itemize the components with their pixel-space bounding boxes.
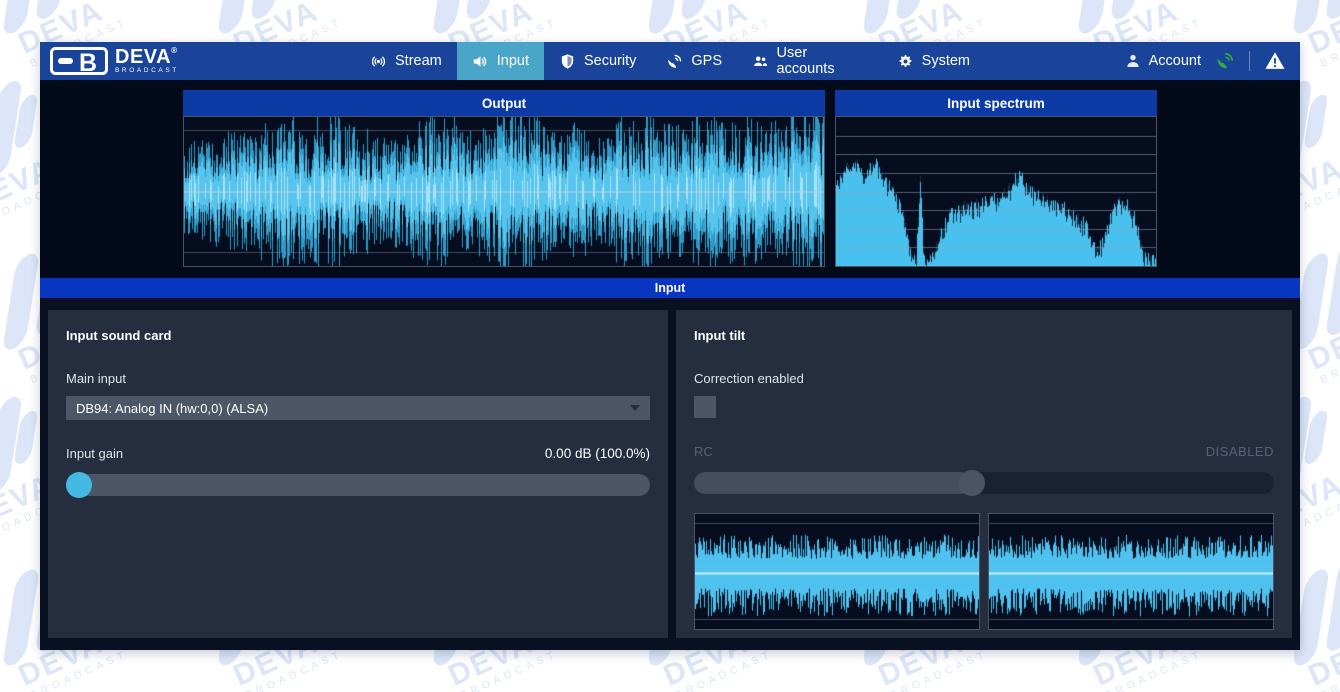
tab-label: Security: [584, 53, 636, 69]
input-gain-slider-thumb[interactable]: [66, 472, 92, 498]
tilt-left-waveform-canvas: [694, 513, 980, 630]
spectrum-chart-title: Input spectrum: [835, 90, 1157, 116]
correction-enabled-checkbox[interactable]: [694, 396, 716, 418]
tab-label: User accounts: [777, 45, 867, 77]
top-navigation: B DEVA® BROADCAST Stream Input Security GPS…: [40, 42, 1300, 80]
svg-text:B: B: [79, 49, 97, 75]
panel-title: Input sound card: [66, 328, 650, 343]
tab-label: Input: [497, 53, 529, 69]
input-gain-value: 0.00 dB (100.0%): [545, 446, 650, 461]
logo-text: DEVA® BROADCAST: [115, 47, 179, 75]
main-input-select[interactable]: DB94: Analog IN (hw:0,0) (ALSA): [66, 396, 650, 420]
output-chart-panel: Output: [183, 90, 825, 267]
tab-user-accounts[interactable]: User accounts: [737, 42, 882, 80]
input-gain-label: Input gain: [66, 446, 123, 461]
satellite-icon: [666, 53, 683, 70]
tab-label: GPS: [691, 53, 722, 69]
tab-label: System: [922, 53, 970, 69]
tab-gps[interactable]: GPS: [651, 42, 737, 80]
account-menu[interactable]: Account: [1124, 52, 1201, 70]
account-label: Account: [1149, 53, 1201, 69]
satellite-green-icon[interactable]: [1215, 51, 1235, 71]
input-section-header: Input: [40, 278, 1300, 298]
main-input-label: Main input: [66, 371, 650, 386]
rc-slider-fill: [694, 472, 972, 494]
output-waveform-canvas: [183, 116, 825, 267]
tab-security[interactable]: Security: [544, 42, 651, 80]
app-window: B DEVA® BROADCAST Stream Input Security GPS…: [40, 42, 1300, 650]
nav-tabs: Stream Input Security GPS User accounts Syste…: [355, 42, 985, 80]
tab-system[interactable]: System: [882, 42, 985, 80]
rc-row: RC DISABLED: [694, 444, 1274, 459]
person-icon: [1124, 52, 1142, 70]
tilt-charts: [694, 513, 1274, 630]
input-sound-card-panel: Input sound card Main input DB94: Analog…: [48, 310, 668, 638]
charts-strip: Output Input spectrum: [40, 80, 1300, 278]
broadcast-icon: [370, 53, 387, 70]
main-input-value: DB94: Analog IN (hw:0,0) (ALSA): [76, 401, 268, 416]
output-chart-title: Output: [183, 90, 825, 116]
input-gain-row: Input gain 0.00 dB (100.0%): [66, 446, 650, 461]
tab-label: Stream: [395, 53, 442, 69]
spectrum-chart-panel: Input spectrum: [835, 90, 1157, 267]
input-spectrum-canvas: [835, 116, 1157, 267]
rc-slider-thumb[interactable]: [959, 470, 985, 496]
rc-slider[interactable]: [694, 472, 1274, 494]
db-logo-icon: B: [50, 47, 108, 75]
nav-divider: [1249, 51, 1250, 71]
rc-status-badge: DISABLED: [1206, 444, 1274, 459]
correction-enabled-label: Correction enabled: [694, 371, 1274, 386]
panel-title: Input tilt: [694, 328, 1274, 343]
nav-right: Account: [1124, 42, 1300, 80]
tilt-right-waveform-canvas: [988, 513, 1274, 630]
logo-name: DEVA®: [115, 47, 179, 67]
content-area: Input sound card Main input DB94: Analog…: [40, 298, 1300, 650]
input-tilt-panel: Input tilt Correction enabled RC DISABLE…: [676, 310, 1292, 638]
shield-icon: [559, 53, 576, 70]
deva-logo[interactable]: B DEVA® BROADCAST: [40, 42, 189, 80]
speaker-icon: [472, 53, 489, 70]
rc-label: RC: [694, 444, 713, 459]
gear-icon: [897, 53, 914, 70]
warning-icon[interactable]: [1264, 50, 1286, 72]
users-icon: [752, 53, 769, 70]
input-gain-slider[interactable]: [66, 474, 650, 496]
chevron-down-icon: [630, 405, 640, 411]
tab-stream[interactable]: Stream: [355, 42, 457, 80]
tab-input[interactable]: Input: [457, 42, 544, 80]
logo-subtitle: BROADCAST: [115, 68, 179, 75]
